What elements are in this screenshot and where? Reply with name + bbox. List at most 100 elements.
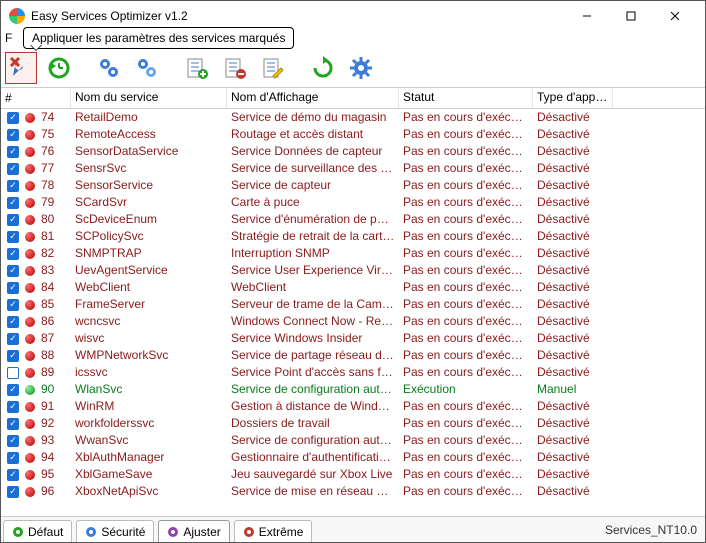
status-dot-icon (25, 351, 35, 361)
maximize-button[interactable] (609, 2, 653, 30)
tab-default-label: Défaut (28, 525, 63, 539)
list-remove-button[interactable] (219, 52, 251, 84)
list-add-button[interactable] (181, 52, 213, 84)
wrench-x-icon (9, 56, 33, 80)
status-dot-icon (25, 300, 35, 310)
row-checkbox[interactable] (7, 435, 19, 447)
col-service-name[interactable]: Nom du service (71, 88, 227, 108)
col-display-name[interactable]: Nom d'Affichage (227, 88, 399, 108)
status-text: Pas en cours d'exécution (399, 481, 533, 502)
tooltip: Appliquer les paramètres des services ma… (23, 27, 294, 49)
row-checkbox[interactable] (7, 265, 19, 277)
row-checkbox[interactable] (7, 469, 19, 481)
col-index[interactable]: # (1, 88, 71, 108)
row-checkbox[interactable] (7, 418, 19, 430)
row-checkbox[interactable] (7, 231, 19, 243)
service-settings-1-button[interactable] (93, 52, 125, 84)
col-startup-type[interactable]: Type d'appli... (533, 88, 613, 108)
row-checkbox[interactable] (7, 197, 19, 209)
status-dot-icon (25, 249, 35, 259)
tab-adjust[interactable]: Ajuster (158, 520, 229, 542)
display-name: Service de mise en réseau Xbo... (227, 481, 399, 502)
status-dot-icon (25, 181, 35, 191)
clock-restore-icon (47, 56, 71, 80)
status-dot-icon (25, 130, 35, 140)
app-icon (9, 8, 25, 24)
close-button[interactable] (653, 2, 697, 30)
status-dot-icon (25, 402, 35, 412)
status-dot-icon (25, 368, 35, 378)
row-checkbox[interactable] (7, 384, 19, 396)
gear-blue-icon (85, 526, 97, 538)
status-dot-icon (25, 436, 35, 446)
row-checkbox[interactable] (7, 316, 19, 328)
gear-green-icon (12, 526, 24, 538)
row-checkbox[interactable] (7, 282, 19, 294)
list-minus-icon (223, 56, 247, 80)
status-dot-icon (25, 419, 35, 429)
service-settings-2-button[interactable] (131, 52, 163, 84)
grid-header: # Nom du service Nom d'Affichage Statut … (1, 87, 705, 109)
status-dot-icon (25, 385, 35, 395)
row-checkbox[interactable] (7, 367, 19, 379)
minimize-button[interactable] (565, 2, 609, 30)
row-checkbox[interactable] (7, 180, 19, 192)
status-dot-icon (25, 198, 35, 208)
row-index: 96 (41, 483, 54, 500)
col-status[interactable]: Statut (399, 88, 533, 108)
gear-violet-icon (167, 526, 179, 538)
list-pencil-icon (261, 56, 285, 80)
status-dot-icon (25, 266, 35, 276)
row-checkbox[interactable] (7, 350, 19, 362)
tab-default[interactable]: Défaut (3, 520, 72, 542)
row-checkbox[interactable] (7, 129, 19, 141)
gear-icon (349, 56, 373, 80)
gears-alt-icon (135, 56, 159, 80)
tab-security[interactable]: Sécurité (76, 520, 154, 542)
row-checkbox[interactable] (7, 299, 19, 311)
tab-extreme-label: Extrême (259, 525, 304, 539)
table-row[interactable]: 96 XboxNetApiSvcService de mise en réseau… (1, 483, 705, 500)
tab-adjust-label: Ajuster (183, 525, 220, 539)
service-name: XboxNetApiSvc (71, 481, 227, 502)
refresh-icon (311, 56, 335, 80)
menu-letter[interactable]: F (5, 31, 12, 45)
status-dot-icon (25, 113, 35, 123)
options-button[interactable] (345, 52, 377, 84)
status-text: Services_NT10.0 (597, 523, 705, 537)
gears-icon (97, 56, 121, 80)
refresh-button[interactable] (307, 52, 339, 84)
apply-marked-button[interactable] (5, 52, 37, 84)
status-dot-icon (25, 487, 35, 497)
toolbar (1, 47, 705, 87)
row-checkbox[interactable] (7, 112, 19, 124)
status-dot-icon (25, 147, 35, 157)
tab-extreme[interactable]: Extrême (234, 520, 313, 542)
bottombar: Défaut Sécurité Ajuster Extrême Services… (1, 516, 705, 542)
status-dot-icon (25, 215, 35, 225)
row-checkbox[interactable] (7, 333, 19, 345)
status-dot-icon (25, 317, 35, 327)
status-dot-icon (25, 232, 35, 242)
restore-defaults-button[interactable] (43, 52, 75, 84)
grid-body[interactable]: 74RetailDemoService de démo du magasinPa… (1, 109, 705, 516)
status-dot-icon (25, 164, 35, 174)
gear-red-icon (243, 526, 255, 538)
row-checkbox[interactable] (7, 214, 19, 226)
window-title: Easy Services Optimizer v1.2 (31, 9, 565, 23)
list-plus-icon (185, 56, 209, 80)
menu-row: F Appliquer les paramètres des services … (1, 31, 705, 47)
row-checkbox[interactable] (7, 452, 19, 464)
list-edit-button[interactable] (257, 52, 289, 84)
status-dot-icon (25, 470, 35, 480)
startup-type: Désactivé (533, 481, 613, 502)
row-checkbox[interactable] (7, 401, 19, 413)
tab-security-label: Sécurité (101, 525, 145, 539)
row-checkbox[interactable] (7, 146, 19, 158)
status-dot-icon (25, 283, 35, 293)
status-dot-icon (25, 453, 35, 463)
row-checkbox[interactable] (7, 486, 19, 498)
row-checkbox[interactable] (7, 248, 19, 260)
status-dot-icon (25, 334, 35, 344)
row-checkbox[interactable] (7, 163, 19, 175)
